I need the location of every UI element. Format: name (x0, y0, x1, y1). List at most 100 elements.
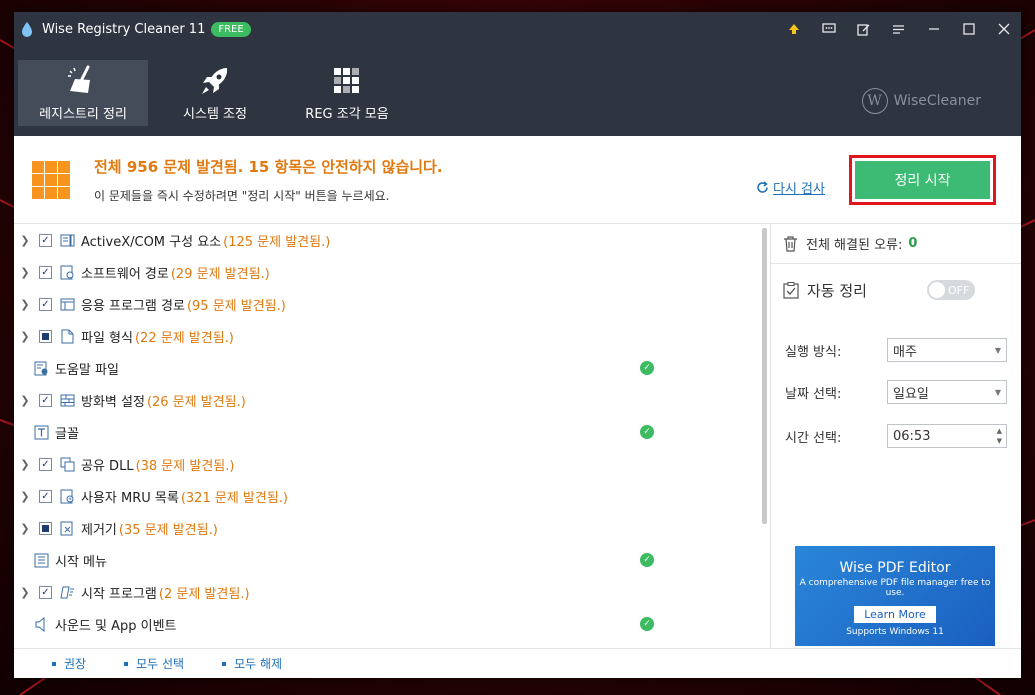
list-item: 시작 메뉴 ✓ (14, 544, 770, 576)
startup-program-icon (60, 585, 75, 600)
day-select-row: 날짜 선택: 일요일 ▼ (785, 380, 1007, 404)
list-item[interactable]: ❯ ✓ 응용 프로그램 경로 (95 문제 발견됨.) (14, 288, 770, 320)
item-checkbox[interactable] (39, 329, 52, 343)
brand-text: WiseCleaner (893, 93, 981, 109)
list-scrollbar[interactable] (762, 228, 767, 524)
select-all-link[interactable]: 모두 선택 (124, 655, 184, 672)
ad-title: Wise PDF Editor (839, 560, 951, 576)
expand-chevron-icon[interactable]: ❯ (17, 266, 33, 279)
list-item: 도움말 파일 ✓ (14, 352, 770, 384)
expand-chevron-icon[interactable]: ❯ (17, 522, 33, 535)
item-label: 글꼴 (55, 426, 79, 442)
expand-chevron-icon[interactable]: ❯ (17, 298, 33, 311)
edit-note-icon[interactable] (846, 12, 881, 46)
app-path-icon (60, 297, 75, 312)
item-checkbox[interactable]: ✓ (39, 585, 52, 599)
start-clean-button[interactable]: 정리 시작 (855, 161, 990, 199)
item-label: 사용자 MRU 목록 (81, 490, 179, 506)
refresh-icon (757, 181, 768, 193)
time-value: 06:53 (893, 428, 931, 444)
list-item[interactable]: ❯ 제거기 (35 문제 발견됨.) (14, 512, 770, 544)
tab-reg-defrag[interactable]: REG 조각 모음 (282, 60, 412, 126)
list-item: 글꼴 ✓ (14, 416, 770, 448)
file-type-icon (60, 329, 75, 344)
item-issue-count: (26 문제 발견됨.) (146, 394, 246, 410)
result-summary: 전체 956 문제 발견됨. 15 항목은 안전하지 않습니다. (94, 157, 443, 176)
toggle-knob (929, 282, 945, 298)
item-label: 도움말 파일 (55, 362, 119, 378)
item-checkbox[interactable]: ✓ (39, 489, 52, 503)
list-item[interactable]: ❯ ✓ 소프트웨어 경로 (29 문제 발견됨.) (14, 256, 770, 288)
expand-chevron-icon[interactable]: ❯ (17, 458, 33, 471)
item-issue-count: (29 문제 발견됨.) (170, 266, 270, 282)
item-issue-count: (321 문제 발견됨.) (180, 490, 288, 506)
expand-chevron-icon[interactable]: ❯ (17, 394, 33, 407)
software-path-icon (60, 265, 75, 280)
list-item[interactable]: ❯ ✓ 공유 DLL (38 문제 발견됨.) (14, 448, 770, 480)
pdf-editor-ad[interactable]: Wise PDF Editor A comprehensive PDF file… (795, 546, 995, 646)
resolved-count: 0 (908, 236, 918, 251)
time-input[interactable]: 06:53 ▲ ▼ (887, 424, 1007, 448)
menu-icon[interactable] (881, 12, 916, 46)
item-label: 공유 DLL (81, 458, 134, 474)
time-spinner-icon[interactable]: ▲ ▼ (997, 426, 1002, 446)
dropdown-arrow-icon: ▼ (994, 345, 1001, 355)
time-select-label: 시간 선택: (785, 430, 842, 446)
scan-result-banner: 전체 956 문제 발견됨. 15 항목은 안전하지 않습니다. 이 문제들을 … (14, 136, 1021, 224)
learn-more-button[interactable]: Learn More (854, 606, 936, 623)
list-item[interactable]: ❯ 파일 형식 (22 문제 발견됨.) (14, 320, 770, 352)
tab-label: 시스템 조정 (183, 106, 247, 122)
auto-clean-toggle[interactable]: OFF (927, 280, 975, 300)
item-label: ActiveX/COM 구성 요소 (81, 234, 222, 250)
item-checkbox[interactable]: ✓ (39, 297, 52, 311)
wisecleaner-logo-icon: W (861, 88, 888, 114)
run-mode-label: 실행 방식: (785, 344, 842, 360)
expand-chevron-icon[interactable]: ❯ (17, 586, 33, 599)
expand-chevron-icon[interactable]: ❯ (17, 490, 33, 503)
day-value: 일요일 (893, 386, 929, 402)
expand-chevron-icon[interactable]: ❯ (17, 330, 33, 343)
day-select-label: 날짜 선택: (785, 386, 842, 402)
result-grid-icon (32, 160, 70, 199)
deselect-all-link[interactable]: 모두 해제 (222, 655, 282, 672)
list-item: 사운드 및 App 이벤트 ✓ (14, 608, 770, 640)
run-mode-select[interactable]: 매주 ▼ (887, 338, 1007, 362)
item-issue-count: (2 문제 발견됨.) (158, 586, 250, 602)
item-checkbox[interactable]: ✓ (39, 265, 52, 279)
maximize-icon[interactable] (951, 12, 986, 46)
close-icon[interactable] (986, 12, 1021, 46)
tab-label: REG 조각 모음 (305, 106, 389, 122)
list-item[interactable]: ❯ ✓ 시작 프로그램 (2 문제 발견됨.) (14, 576, 770, 608)
tab-label: 레지스트리 정리 (39, 106, 127, 122)
side-panel: 전체 해결된 오류: 0 자동 정리 OFF 실행 방식: 매주 ▼ 날짜 선택… (770, 224, 1021, 648)
tab-system-tuneup[interactable]: 시스템 조정 (150, 60, 280, 126)
resolved-label: 전체 해결된 오류: (806, 238, 903, 253)
list-item[interactable]: ❯ ✓ 방화벽 설정 (26 문제 발견됨.) (14, 384, 770, 416)
feedback-icon[interactable] (811, 12, 846, 46)
expand-chevron-icon[interactable]: ❯ (17, 234, 33, 247)
list-item[interactable]: ❯ ✓ 사용자 MRU 목록 (321 문제 발견됨.) (14, 480, 770, 512)
clipboard-check-icon (783, 282, 799, 299)
item-checkbox[interactable]: ✓ (39, 457, 52, 471)
item-checkbox[interactable] (39, 521, 52, 535)
minimize-icon[interactable] (916, 12, 951, 46)
rocket-icon (199, 65, 231, 97)
day-select[interactable]: 일요일 ▼ (887, 380, 1007, 404)
item-label: 시작 메뉴 (55, 554, 107, 570)
item-checkbox[interactable]: ✓ (39, 233, 52, 247)
item-label: 시작 프로그램 (81, 586, 157, 602)
ad-footer: Supports Windows 11 (846, 627, 944, 637)
item-issue-count: (38 문제 발견됨.) (135, 458, 235, 474)
list-item[interactable]: ❯ ✓ ActiveX/COM 구성 요소 (125 문제 발견됨.) (14, 224, 770, 256)
rescan-link[interactable]: 다시 검사 (756, 178, 825, 197)
wisecleaner-brand[interactable]: W WiseCleaner (861, 88, 981, 114)
font-icon (34, 425, 49, 440)
broom-icon (66, 65, 100, 97)
run-mode-row: 실행 방식: 매주 ▼ (785, 338, 1007, 362)
tab-registry-cleaner[interactable]: 레지스트리 정리 (18, 60, 148, 126)
item-issue-count: (22 문제 발견됨.) (134, 330, 234, 346)
item-checkbox[interactable]: ✓ (39, 393, 52, 407)
start-menu-icon (34, 553, 49, 568)
recommend-link[interactable]: 권장 (52, 655, 86, 672)
upgrade-icon[interactable] (776, 12, 811, 46)
